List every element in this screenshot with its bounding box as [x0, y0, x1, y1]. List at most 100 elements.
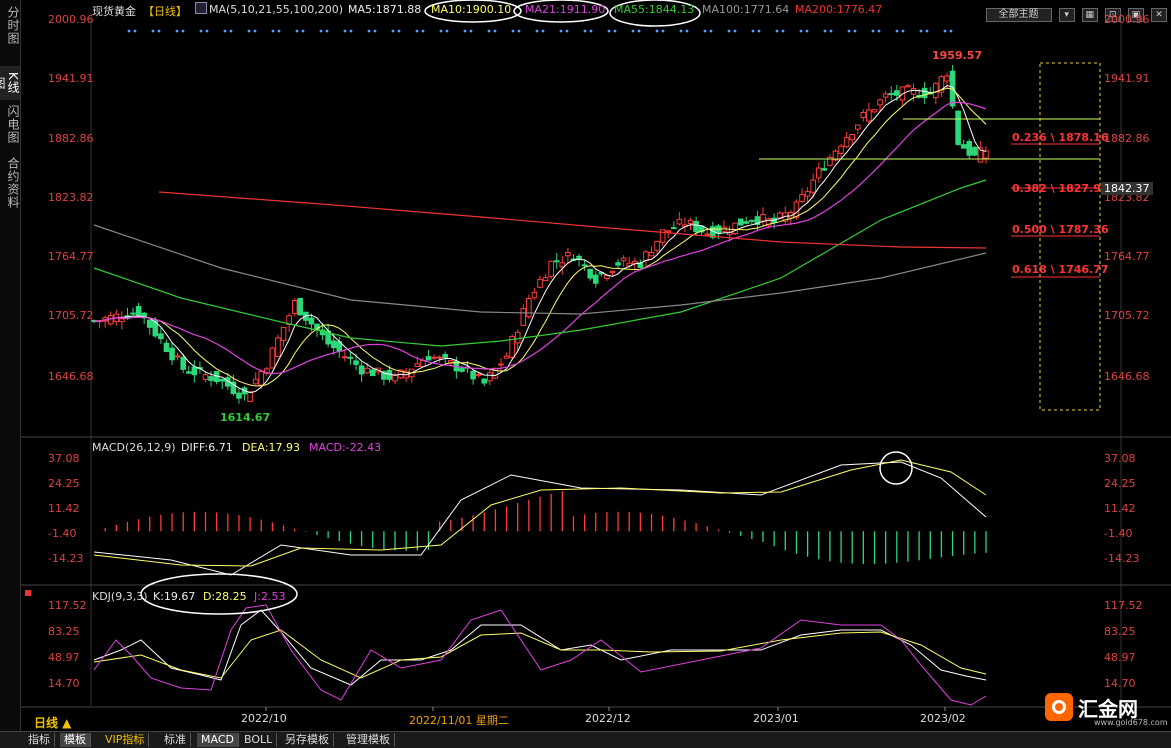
candle-body: [208, 376, 214, 381]
candle-body: [960, 144, 967, 149]
marker-dot: [181, 29, 185, 33]
marker-dot: [133, 29, 137, 33]
marker-dot: [661, 29, 665, 33]
candle-body: [921, 87, 928, 99]
tab-save-template[interactable]: 另存模板: [281, 733, 334, 747]
ma-parameters[interactable]: MA(5,10,21,55,100,200): [209, 3, 343, 16]
sidebar-tab-contract-info[interactable]: 合约资料: [0, 154, 20, 212]
kdj-tick-l: 14.70: [48, 677, 80, 690]
macd-tick-l: 37.08: [48, 452, 80, 465]
marker-dot: [373, 29, 377, 33]
marker-dot: [349, 29, 353, 33]
candle-body: [854, 124, 861, 130]
candle-body: [269, 347, 276, 369]
candle-body: [894, 90, 900, 96]
tab-macd[interactable]: MACD: [197, 733, 239, 747]
marker-dot: [751, 29, 755, 33]
candle-body: [436, 356, 443, 359]
candle-body: [342, 356, 348, 359]
marker-dot: [709, 29, 713, 33]
marker-dot: [487, 29, 491, 33]
candle-body: [280, 327, 287, 341]
time-label-cursor: 2022/11/01 星期二: [409, 714, 509, 727]
candle-body: [258, 371, 265, 386]
candle-body: [704, 233, 711, 236]
time-label-jan: 2023/01: [753, 712, 799, 725]
candle-body: [487, 372, 493, 382]
kdj-tick-r: 48.97: [1104, 651, 1136, 664]
candle-body: [821, 168, 828, 171]
brand-logo-icon: [1045, 693, 1073, 721]
marker-dot: [949, 29, 953, 33]
candle-body: [537, 278, 543, 288]
sidebar-tab-kline[interactable]: K线图: [0, 66, 20, 100]
fib-0236: 0.236 \ 1878.16: [1012, 131, 1109, 144]
candle-body: [163, 342, 170, 352]
macd-tick-l: 11.42: [48, 502, 80, 515]
candle-body: [860, 112, 867, 119]
marker-dot: [943, 29, 947, 33]
candle-body: [760, 214, 766, 222]
tab-standard[interactable]: 标准: [160, 733, 191, 747]
candle-body: [815, 167, 822, 179]
macd-tick-r: 37.08: [1104, 452, 1136, 465]
time-label-feb: 2023/02: [920, 712, 966, 725]
candle-body: [174, 355, 181, 358]
ma5-line: [93, 84, 987, 394]
marker-dot: [229, 29, 233, 33]
candle-body: [425, 356, 432, 361]
tab-indicator[interactable]: 指标: [24, 733, 55, 747]
marker-dot: [271, 29, 275, 33]
macd-title[interactable]: MACD(26,12,9): [92, 441, 176, 454]
marker-dot: [781, 29, 785, 33]
candle-body: [693, 220, 699, 233]
candle-body: [615, 262, 621, 266]
price-tick-l: 1764.77: [48, 250, 94, 263]
candle-body: [431, 356, 437, 359]
candle-body: [944, 75, 950, 82]
theme-select[interactable]: 全部主题: [985, 8, 1052, 22]
tab-boll[interactable]: BOLL: [240, 733, 278, 747]
macd-tick-l: -14.23: [48, 552, 84, 565]
sidebar-tab-timeshare[interactable]: 分时图: [0, 4, 20, 46]
kdj-title[interactable]: KDJ(9,3,3): [92, 590, 148, 603]
candle-body: [531, 291, 538, 299]
marker-dot: [637, 29, 641, 33]
price-tick-l: 1823.82: [48, 191, 94, 204]
instrument-name: 现货黄金: [92, 5, 136, 18]
ma-toggle-icon[interactable]: [195, 2, 207, 14]
fib-0382: 0.382 \ 1827.94: [1012, 182, 1109, 195]
candle-body: [169, 347, 175, 361]
macd-diff: DIFF:6.71: [181, 441, 233, 454]
candle-body: [514, 331, 521, 344]
candle-body: [810, 179, 816, 193]
tab-vip-indicator[interactable]: VIP指标: [101, 733, 150, 747]
marker-dot: [127, 29, 131, 33]
grid-icon[interactable]: ▦: [1081, 8, 1098, 22]
chevron-down-icon[interactable]: ▾: [1058, 8, 1075, 22]
close-icon[interactable]: ✕: [1151, 8, 1167, 22]
candle-body: [442, 353, 449, 358]
candle-body: [542, 277, 549, 282]
marker-dot: [151, 29, 155, 33]
tab-template[interactable]: 模板: [60, 733, 91, 747]
period-selector[interactable]: 日线 ▲: [34, 714, 71, 731]
sidebar-tab-lightning[interactable]: 闪电图: [0, 102, 20, 146]
brand-url: www.gold678.com: [1094, 718, 1168, 727]
price-tick-l: 1705.72: [48, 309, 94, 322]
candle-body: [481, 378, 488, 384]
candle-body: [648, 251, 655, 257]
kdj-tick-r: 14.70: [1104, 677, 1136, 690]
marker-dot: [775, 29, 779, 33]
kdj-tick-r: 117.52: [1104, 599, 1143, 612]
marker-dot: [583, 29, 587, 33]
kline-chart[interactable]: [21, 0, 1171, 730]
marker-dot: [805, 29, 809, 33]
candle-body: [581, 264, 588, 267]
marker-dot: [277, 29, 281, 33]
low-label: 1614.67: [220, 411, 271, 424]
marker-dot: [655, 29, 659, 33]
candle-body: [191, 366, 198, 376]
candle-body: [838, 145, 844, 154]
tab-manage-template[interactable]: 管理模板: [342, 733, 395, 747]
